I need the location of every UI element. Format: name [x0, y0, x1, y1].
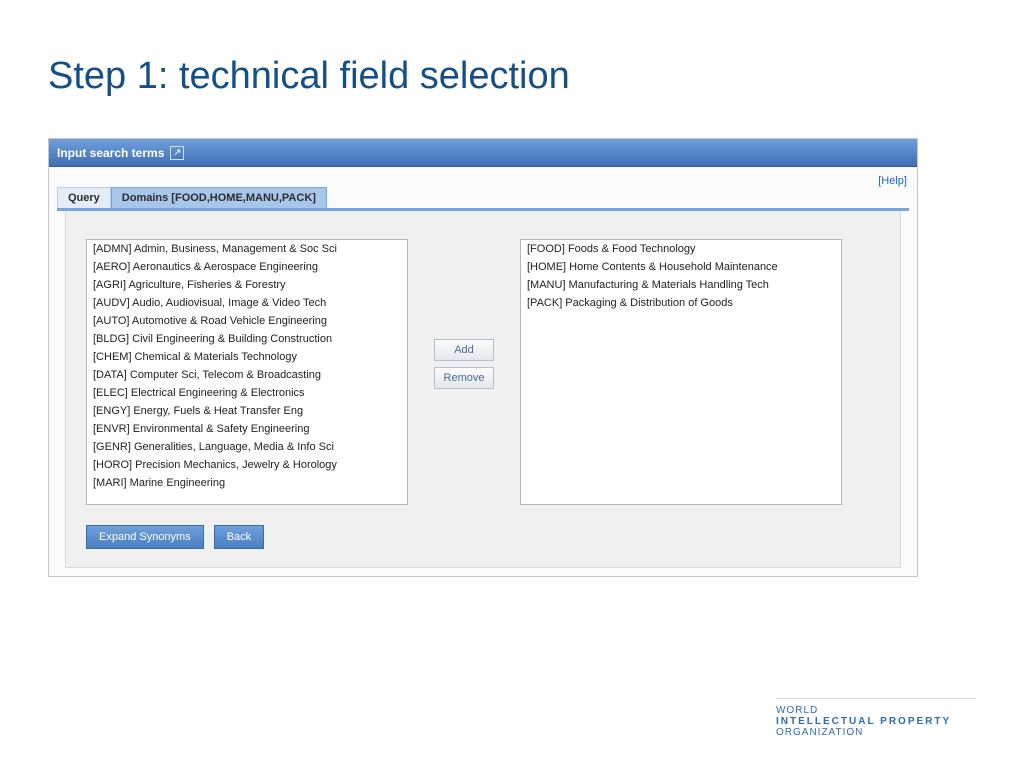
wipo-logo: WORLD INTELLECTUAL PROPERTY ORGANIZATION — [776, 698, 976, 738]
page-title: Step 1: technical field selection — [48, 55, 976, 98]
popout-icon[interactable]: ↗ — [170, 146, 184, 160]
list-item[interactable]: [DATA] Computer Sci, Telecom & Broadcast… — [87, 366, 407, 384]
tab-query[interactable]: Query — [57, 187, 111, 208]
list-item[interactable]: [ENVR] Environmental & Safety Engineerin… — [87, 420, 407, 438]
brand-line3: ORGANIZATION — [776, 727, 976, 738]
list-item[interactable]: [HOME] Home Contents & Household Mainten… — [521, 258, 841, 276]
help-link[interactable]: [Help] — [878, 175, 907, 187]
domains-body: [ADMN] Admin, Business, Management & Soc… — [65, 211, 901, 568]
back-button[interactable]: Back — [214, 525, 264, 549]
list-item[interactable]: [ADMN] Admin, Business, Management & Soc… — [87, 240, 407, 258]
list-item[interactable]: [HORO] Precision Mechanics, Jewelry & Ho… — [87, 456, 407, 474]
list-item[interactable]: [AUTO] Automotive & Road Vehicle Enginee… — [87, 312, 407, 330]
list-item[interactable]: [CHEM] Chemical & Materials Technology — [87, 348, 407, 366]
list-item[interactable]: [AGRI] Agriculture, Fisheries & Forestry — [87, 276, 407, 294]
search-panel: Input search terms ↗ [Help] Query Domain… — [48, 138, 918, 577]
list-item[interactable]: [ENGY] Energy, Fuels & Heat Transfer Eng — [87, 402, 407, 420]
list-item[interactable]: [AERO] Aeronautics & Aerospace Engineeri… — [87, 258, 407, 276]
add-button[interactable]: Add — [434, 339, 494, 361]
list-item[interactable]: [AUDV] Audio, Audiovisual, Image & Video… — [87, 294, 407, 312]
remove-button[interactable]: Remove — [434, 367, 494, 389]
selected-domains-list[interactable]: [FOOD] Foods & Food Technology[HOME] Hom… — [520, 239, 842, 505]
list-item[interactable]: [MARI] Marine Engineering — [87, 474, 407, 492]
panel-header: Input search terms ↗ — [49, 139, 917, 167]
brand-line1: WORLD — [776, 705, 976, 716]
list-item[interactable]: [BLDG] Civil Engineering & Building Cons… — [87, 330, 407, 348]
available-domains-list[interactable]: [ADMN] Admin, Business, Management & Soc… — [86, 239, 408, 505]
list-item[interactable]: [MANU] Manufacturing & Materials Handlin… — [521, 276, 841, 294]
brand-line2: INTELLECTUAL PROPERTY — [776, 716, 976, 727]
tabs: Query Domains [FOOD,HOME,MANU,PACK] — [57, 189, 909, 211]
list-item[interactable]: [GENR] Generalities, Language, Media & I… — [87, 438, 407, 456]
list-item[interactable]: [ELEC] Electrical Engineering & Electron… — [87, 384, 407, 402]
expand-synonyms-button[interactable]: Expand Synonyms — [86, 525, 204, 549]
panel-header-label: Input search terms — [57, 146, 164, 160]
tab-domains[interactable]: Domains [FOOD,HOME,MANU,PACK] — [111, 187, 327, 208]
list-item[interactable]: [PACK] Packaging & Distribution of Goods — [521, 294, 841, 312]
list-item[interactable]: [FOOD] Foods & Food Technology — [521, 240, 841, 258]
